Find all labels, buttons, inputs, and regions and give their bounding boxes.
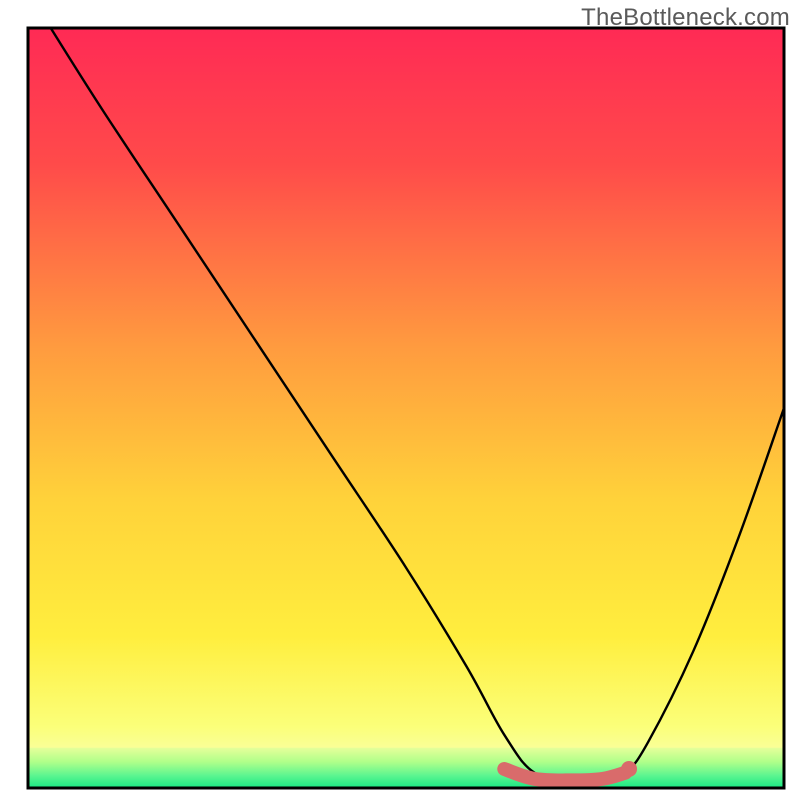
plot-area <box>28 28 784 788</box>
optimum-end-dot <box>621 761 637 777</box>
chart-stage: TheBottleneck.com <box>0 0 800 800</box>
watermark-text: TheBottleneck.com <box>581 4 790 32</box>
green-band <box>28 748 784 788</box>
gradient-background <box>28 28 784 788</box>
bottleneck-chart <box>0 0 800 800</box>
